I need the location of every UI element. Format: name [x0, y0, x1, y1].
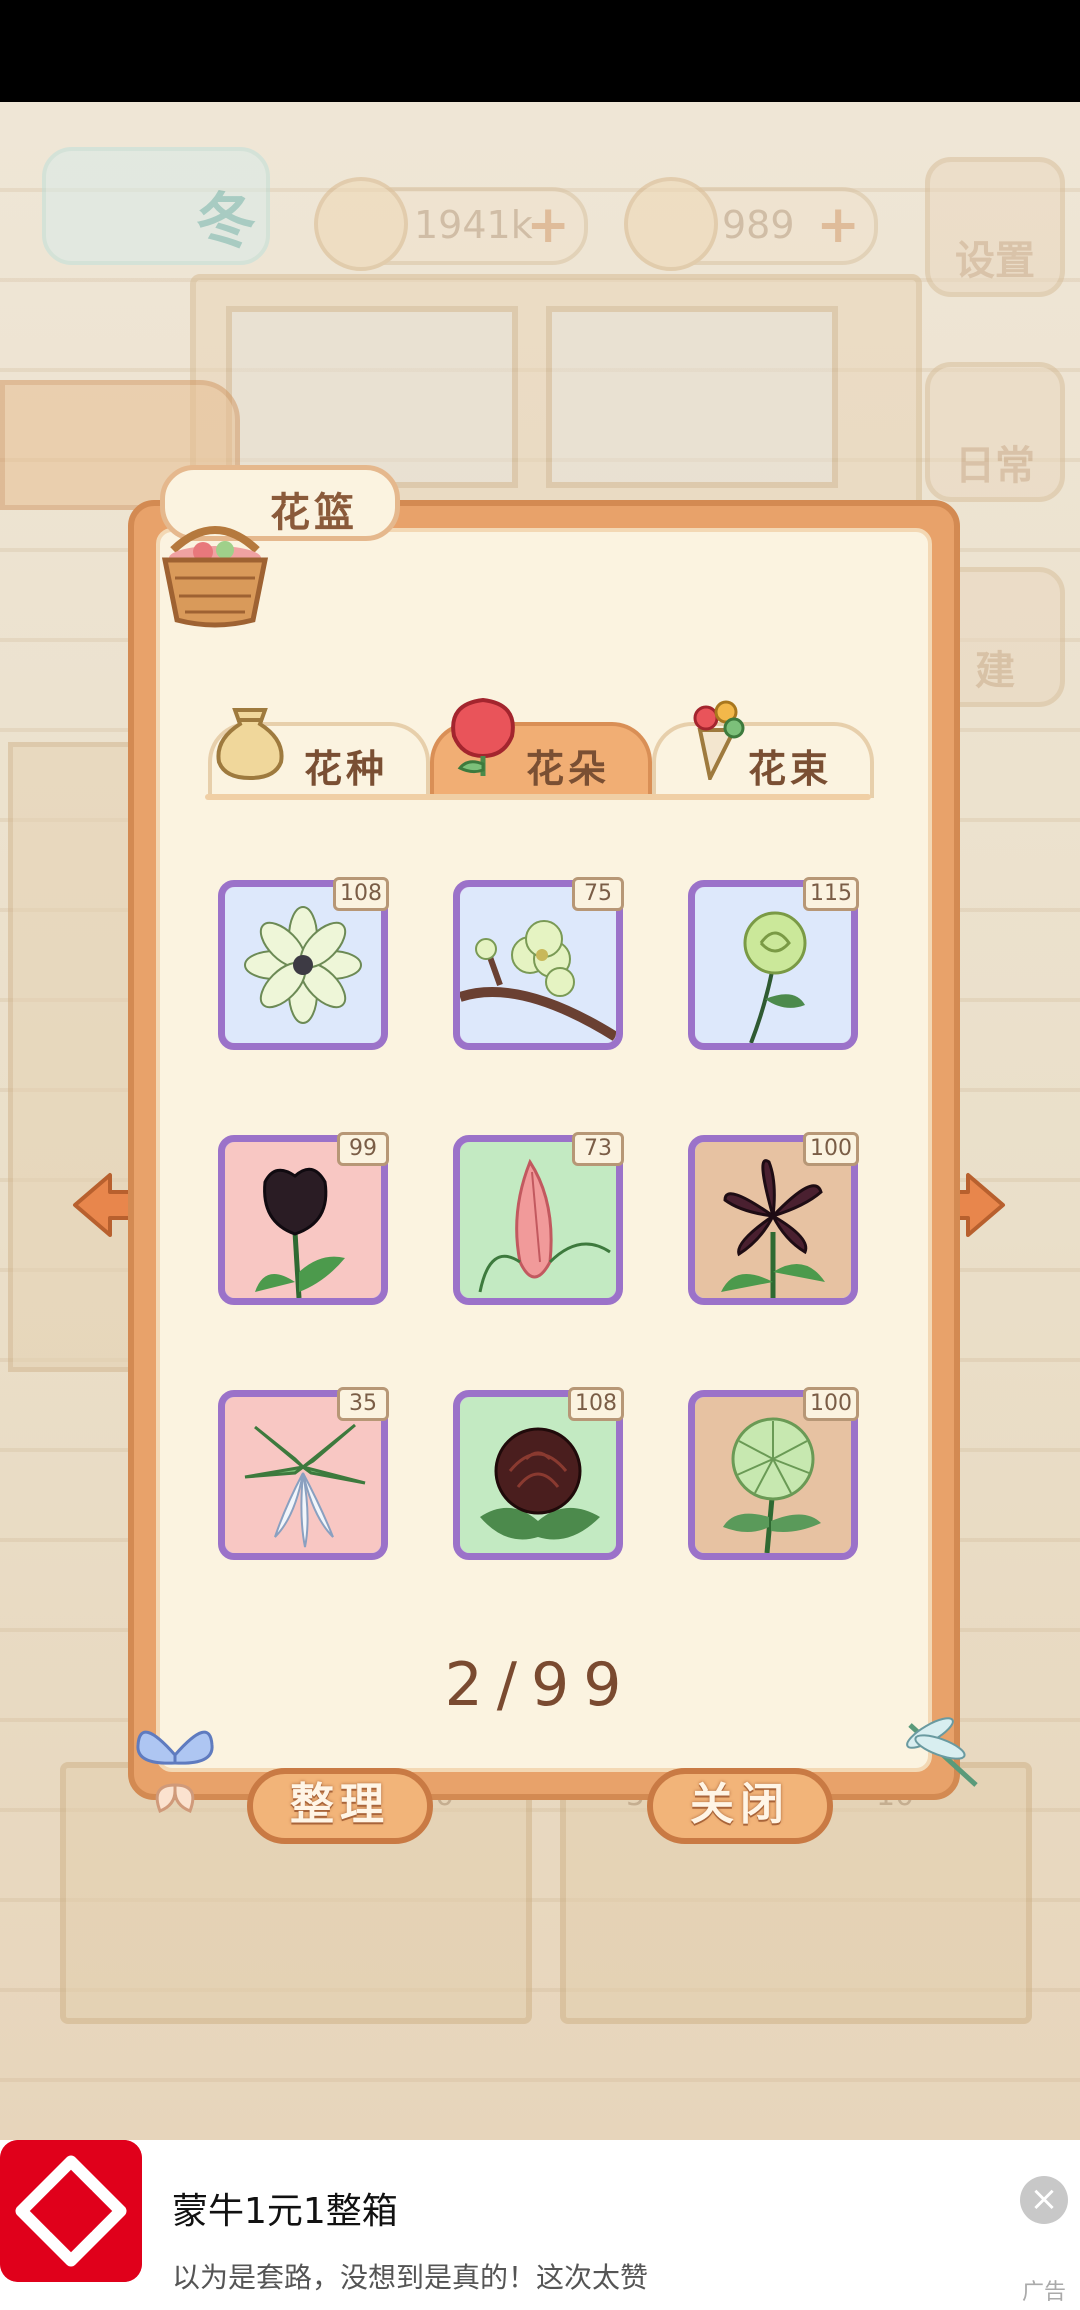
ad-subtitle[interactable]: 以为是套路，没想到是真的！这次太赞 [172, 2256, 648, 2296]
item-count-badge: 115 [803, 877, 859, 911]
cheese-icon [624, 177, 718, 271]
fish-currency-pill[interactable]: 1941k + [314, 177, 588, 271]
flower-slot-pink-plume-celosia[interactable]: 73 [453, 1132, 624, 1305]
flower-slot-dark-peony[interactable]: 108 [453, 1387, 624, 1560]
flower-slot-green-chrysanthemum[interactable]: 100 [688, 1387, 859, 1560]
settings-label: 设置 [955, 238, 1035, 284]
tab-flowers-label: 花朵 [526, 747, 611, 791]
item-count-badge: 35 [337, 1387, 389, 1421]
item-count-badge: 73 [572, 1132, 624, 1166]
daily-label: 日常 [955, 443, 1035, 489]
item-count-badge: 75 [572, 877, 624, 911]
add-cheese-icon[interactable]: + [816, 195, 860, 255]
ad-close-icon[interactable]: × [1020, 2176, 1068, 2224]
flower-slot-black-tulip[interactable]: 99 [218, 1132, 389, 1305]
cheese-currency-value: 989 [722, 203, 795, 247]
bouquet-icon [693, 700, 745, 780]
flower-slot-dark-lily[interactable]: 100 [688, 1132, 859, 1305]
fish-icon [314, 177, 408, 271]
cheese-currency-pill[interactable]: 989 + [624, 177, 878, 271]
season-badge[interactable]: 冬 [42, 147, 270, 265]
daily-button[interactable]: 日常 [925, 362, 1065, 502]
flower-slot-white-lily[interactable]: 35 [218, 1387, 389, 1560]
settings-button[interactable]: 设置 [925, 157, 1065, 297]
flower-bud-icon [451, 697, 515, 776]
flower-slot-green-rose[interactable]: 115 [688, 877, 859, 1050]
item-count-badge: 108 [568, 1387, 624, 1421]
flower-slot-white-green-flower[interactable]: 108 [218, 877, 389, 1050]
seed-bag-icon [216, 708, 284, 780]
ad-label: 广告 [1021, 2280, 1066, 2305]
season-label: 冬 [196, 187, 256, 257]
tab-seeds-label: 花种 [304, 747, 389, 791]
flower-basket-icon [161, 526, 269, 628]
panel-title: 花篮 [270, 490, 358, 536]
ad-title[interactable]: 蒙牛1元1整箱 [172, 2182, 398, 2234]
flower-slot-green-plum-blossom[interactable]: 75 [453, 877, 624, 1050]
butterfly-icon [136, 1730, 214, 1813]
dragonfly-icon [906, 1717, 978, 1787]
ad-app-logo-icon [0, 2140, 142, 2282]
fish-currency-value: 1941k [414, 203, 533, 247]
add-fish-icon[interactable]: + [526, 195, 570, 255]
tab-divider [205, 794, 871, 800]
sort-button[interactable]: 整理 [247, 1768, 433, 1844]
ad-banner[interactable]: 蒙牛1元1整箱 以为是套路，没想到是真的！这次太赞 × 广告 [0, 2140, 1080, 2310]
item-count-badge: 100 [803, 1387, 859, 1421]
item-count-badge: 100 [803, 1132, 859, 1166]
close-button[interactable]: 关闭 [647, 1768, 833, 1844]
item-count-badge: 99 [337, 1132, 389, 1166]
item-count-badge: 108 [333, 877, 389, 911]
